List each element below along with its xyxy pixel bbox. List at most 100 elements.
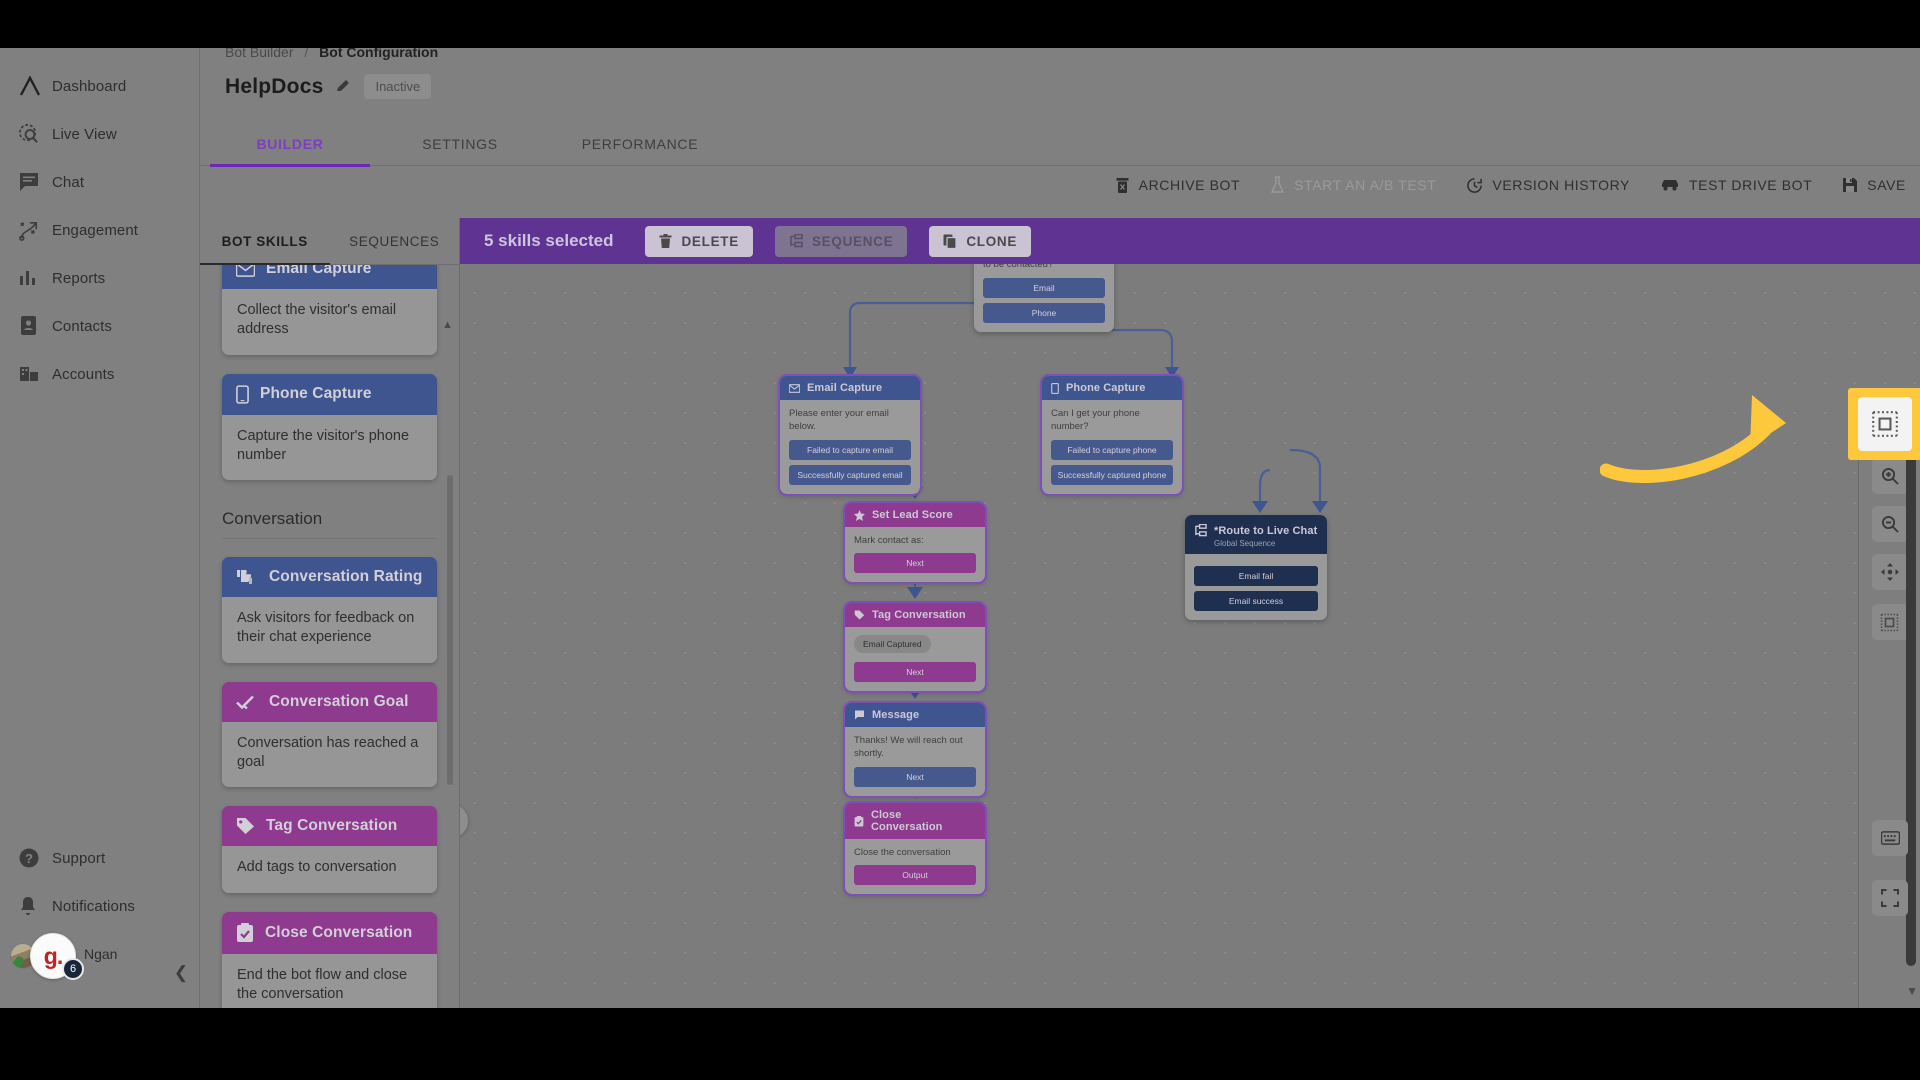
flow-node-tag-conversation[interactable]: Tag Conversation Email Captured Next	[843, 601, 987, 693]
keyboard-shortcuts-button[interactable]	[1872, 820, 1908, 856]
skill-card-header: Close Conversation	[222, 911, 437, 954]
sidebar-item-label: Engagement	[52, 221, 139, 239]
breadcrumb-current: Bot Configuration	[319, 48, 439, 60]
sidebar-item-dashboard[interactable]: Dashboard	[0, 62, 199, 110]
skill-card-desc: Conversation has reached a goal	[222, 721, 437, 788]
tab-settings[interactable]: SETTINGS	[380, 122, 540, 166]
skill-card-conversation-rating[interactable]: Conversation Rating Ask visitors for fee…	[222, 557, 437, 663]
node-title: Message	[872, 709, 920, 721]
sidebar-item-label: Reports	[52, 269, 106, 287]
node-output-button[interactable]: Email fail	[1194, 566, 1318, 586]
sidebar-item-label: Dashboard	[52, 77, 127, 95]
node-output-button[interactable]: Email success	[1194, 591, 1318, 611]
selection-action-bar: 5 skills selected DELETE SEQUENCE CLONE	[460, 218, 1920, 264]
flow-node-route-to-live-chat[interactable]: *Route to Live Chat Global Sequence Emai…	[1185, 515, 1327, 620]
sidebar-item-live-view[interactable]: Live View	[0, 110, 199, 158]
version-history-button[interactable]: VERSION HISTORY	[1466, 177, 1630, 194]
envelope-icon	[789, 383, 800, 393]
sidebar-item-accounts[interactable]: Accounts	[0, 350, 199, 398]
canvas-scrollbar[interactable]	[1906, 396, 1916, 966]
skill-card-header: Phone Capture	[222, 373, 437, 415]
zoom-out-button[interactable]	[1871, 506, 1908, 542]
skill-card-title: Conversation Rating	[269, 568, 423, 586]
node-output-button[interactable]: Successfully captured email	[789, 464, 911, 485]
phone-icon	[1051, 382, 1059, 394]
skill-card-desc: Add tags to conversation	[222, 846, 437, 893]
flow-node-email-capture[interactable]: Email Capture Please enter your email be…	[778, 374, 922, 496]
scroll-up-icon[interactable]: ▲	[442, 319, 453, 331]
skill-card-close-conversation[interactable]: Close Conversation End the bot flow and …	[222, 911, 437, 1008]
bot-tabs: BUILDER SETTINGS PERFORMANCE	[200, 122, 1920, 167]
breadcrumb-parent[interactable]: Bot Builder	[225, 48, 293, 60]
skill-card-desc: Ask visitors for feedback on their chat …	[222, 597, 437, 663]
skill-card-desc: End the bot flow and close the conversat…	[222, 953, 437, 1008]
skill-card-title: Phone Capture	[260, 385, 372, 403]
sidebar-item-contacts[interactable]: Contacts	[0, 302, 199, 350]
clone-selection-button[interactable]: CLONE	[929, 225, 1032, 257]
toolbar-label: TEST DRIVE BOT	[1689, 177, 1813, 193]
node-subtitle: Global Sequence	[1214, 539, 1276, 548]
tab-bot-skills[interactable]: BOT SKILLS	[200, 218, 330, 265]
sidebar-item-notifications[interactable]: Notifications	[0, 882, 199, 930]
app-container: Dashboard Live View Chat Engagement Repo…	[0, 48, 1920, 1008]
node-output-button[interactable]: Output	[854, 865, 976, 886]
flow-node-phone-capture[interactable]: Phone Capture Can I get your phone numbe…	[1040, 374, 1184, 496]
node-text: Thanks! We will reach out shortly.	[854, 735, 963, 760]
nav-primary-list: Dashboard Live View Chat Engagement Repo…	[0, 62, 199, 398]
sidebar-item-support[interactable]: ? Support	[0, 834, 199, 882]
skill-card-email-capture[interactable]: Email Capture Collect the visitor's emai…	[222, 265, 437, 355]
minimap-button-highlighted-icon[interactable]	[1858, 397, 1912, 451]
minimap-button[interactable]	[1871, 604, 1908, 640]
test-drive-bot-button[interactable]: TEST DRIVE BOT	[1660, 177, 1812, 193]
main-column: Bot Builder / Bot Configuration HelpDocs…	[200, 48, 1920, 1008]
user-profile-row[interactable]: g. 6 Ngan ❮	[0, 930, 199, 982]
selection-count-label: 5 skills selected	[484, 231, 614, 250]
flow-canvas[interactable]: Thanks! How would you like to be contact…	[460, 218, 1920, 1008]
workspace: BOT SKILLS SEQUENCES ▲ Email Capture Col…	[200, 218, 1920, 1008]
tab-builder[interactable]: BUILDER	[210, 122, 370, 167]
node-body: Mark contact as: Next	[845, 527, 985, 583]
archive-bot-button[interactable]: ARCHIVE BOT	[1115, 177, 1241, 194]
node-output-button[interactable]: Email	[983, 277, 1105, 298]
flow-node-message[interactable]: Message Thanks! We will reach out shortl…	[843, 701, 987, 798]
collapse-skills-panel-button[interactable]: ❮	[460, 804, 468, 838]
delete-selection-button[interactable]: DELETE	[645, 225, 753, 257]
pencil-icon[interactable]	[335, 78, 352, 95]
node-output-button[interactable]: Next	[854, 662, 976, 682]
skills-scrollbar[interactable]	[447, 475, 453, 785]
bot-toolbar: ARCHIVE BOT START AN A/B TEST VERSION HI…	[1115, 176, 1906, 194]
node-output-button[interactable]: Failed to capture phone	[1051, 439, 1173, 460]
tab-sequences[interactable]: SEQUENCES	[330, 218, 460, 264]
node-output-button[interactable]: Next	[854, 766, 976, 787]
collapse-sidebar-button[interactable]: ❮	[168, 960, 194, 986]
sequence-icon	[790, 234, 803, 248]
start-ab-test-button[interactable]: START AN A/B TEST	[1270, 176, 1436, 194]
pan-button[interactable]	[1871, 554, 1908, 590]
tab-performance[interactable]: PERFORMANCE	[550, 122, 730, 166]
skill-card-phone-capture[interactable]: Phone Capture Capture the visitor's phon…	[222, 373, 437, 481]
skill-card-conversation-goal[interactable]: Conversation Goal Conversation has reach…	[222, 681, 437, 788]
scroll-down-icon[interactable]: ▼	[1906, 984, 1918, 998]
flow-node-set-lead-score[interactable]: Set Lead Score Mark contact as: Next	[843, 500, 987, 585]
envelope-icon	[236, 265, 255, 277]
node-output-button[interactable]: Next	[854, 553, 976, 574]
node-output-button[interactable]: Successfully captured phone	[1051, 464, 1173, 485]
node-header: Email Capture	[780, 376, 920, 400]
nav-secondary-list: ? Support Notifications g. 6 Ngan ❮	[0, 834, 199, 982]
fullscreen-button[interactable]	[1872, 880, 1908, 916]
sidebar-item-engagement[interactable]: Engagement	[0, 206, 199, 254]
sidebar-item-chat[interactable]: Chat	[0, 158, 199, 206]
archive-icon	[1115, 177, 1130, 194]
zoom-in-button[interactable]	[1871, 458, 1908, 494]
skills-list[interactable]: ▲ Email Capture Collect the visitor's em…	[200, 265, 459, 1008]
canvas-area[interactable]: Thanks! How would you like to be contact…	[460, 218, 1920, 1008]
skills-panel: BOT SKILLS SEQUENCES ▲ Email Capture Col…	[200, 218, 460, 1008]
node-output-button[interactable]: Failed to capture email	[789, 439, 911, 460]
flow-node-close-conversation[interactable]: Close Conversation Close the conversatio…	[843, 800, 987, 897]
sequence-selection-button[interactable]: SEQUENCE	[774, 225, 908, 257]
save-button[interactable]: SAVE	[1842, 177, 1906, 193]
skill-card-tag-conversation[interactable]: Tag Conversation Add tags to conversatio…	[222, 806, 437, 893]
node-output-button[interactable]: Phone	[983, 302, 1105, 323]
sidebar-item-reports[interactable]: Reports	[0, 254, 199, 302]
save-icon	[1842, 177, 1858, 193]
